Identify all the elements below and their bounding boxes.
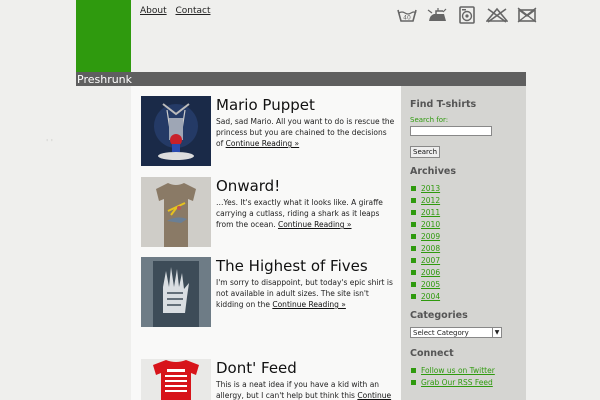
- archives-list: 2013 2012 2011 2010 2009 2008 2007 2006 …: [410, 183, 517, 303]
- svg-text:40: 40: [403, 15, 411, 22]
- archive-item: 2011: [410, 207, 517, 219]
- wash-icon: 40: [396, 5, 418, 25]
- main-content: Mario Puppet Sad, sad Mario. All you wan…: [131, 86, 401, 400]
- archive-link[interactable]: 2006: [421, 268, 440, 277]
- search-button[interactable]: Search: [410, 146, 441, 158]
- archive-item: 2006: [410, 267, 517, 279]
- nav-contact-link[interactable]: Contact: [175, 6, 210, 16]
- header-bar: [76, 72, 526, 86]
- search-input[interactable]: [410, 126, 492, 136]
- chevron-down-icon: ▼: [492, 328, 501, 337]
- archive-link[interactable]: 2009: [421, 232, 440, 241]
- archive-item: 2009: [410, 231, 517, 243]
- post-excerpt: This is a neat idea if you have a kid wi…: [216, 379, 396, 400]
- archive-link[interactable]: 2012: [421, 196, 440, 205]
- archive-item: 2013: [410, 183, 517, 195]
- connect-item: Grab Our RSS Feed: [410, 377, 517, 389]
- post-title[interactable]: Dont' Feed: [216, 359, 396, 377]
- archives-heading: Archives: [410, 166, 456, 177]
- background-decoration: ' ': [46, 138, 53, 147]
- category-select[interactable]: Select Category ▼: [410, 327, 502, 338]
- post-thumbnail[interactable]: [141, 96, 211, 166]
- post-excerpt: …Yes. It's exactly what it looks like. A…: [216, 198, 383, 229]
- archive-item: 2007: [410, 255, 517, 267]
- post-title[interactable]: Onward!: [216, 177, 396, 195]
- continue-reading-link[interactable]: Continue Reading »: [226, 139, 300, 148]
- archive-item: 2012: [410, 195, 517, 207]
- archive-link[interactable]: 2004: [421, 292, 440, 301]
- no-dryclean-icon: [516, 5, 538, 25]
- dryer-icon: [456, 5, 478, 25]
- post-thumbnail[interactable]: [141, 359, 211, 400]
- archive-item: 2008: [410, 243, 517, 255]
- archive-link[interactable]: 2005: [421, 280, 440, 289]
- find-tshirts-heading: Find T-shirts: [410, 99, 477, 110]
- continue-reading-link[interactable]: Continue Reading »: [278, 220, 352, 229]
- category-select-value: Select Category: [413, 328, 469, 337]
- archive-item: 2004: [410, 291, 517, 303]
- post-excerpt: Sad, sad Mario. All you want to do is re…: [216, 117, 395, 148]
- site-title[interactable]: Preshrunk: [77, 73, 132, 86]
- post-thumbnail[interactable]: [141, 257, 211, 327]
- connect-item: Follow us on Twitter: [410, 365, 517, 377]
- connect-heading: Connect: [410, 348, 454, 359]
- post-title[interactable]: The Highest of Fives: [216, 257, 396, 275]
- archive-link[interactable]: 2007: [421, 256, 440, 265]
- archive-link[interactable]: 2011: [421, 208, 440, 217]
- archive-link[interactable]: 2010: [421, 220, 440, 229]
- nav-about-link[interactable]: About: [140, 6, 167, 16]
- archive-link[interactable]: 2013: [421, 184, 440, 193]
- iron-icon: [426, 5, 448, 25]
- categories-heading: Categories: [410, 310, 468, 321]
- twitter-link[interactable]: Follow us on Twitter: [421, 366, 495, 375]
- archive-item: 2005: [410, 279, 517, 291]
- archive-link[interactable]: 2008: [421, 244, 440, 253]
- no-bleach-icon: [486, 5, 508, 25]
- rss-link[interactable]: Grab Our RSS Feed: [421, 378, 493, 387]
- post-title[interactable]: Mario Puppet: [216, 96, 396, 114]
- search-label: Search for:: [410, 116, 449, 124]
- connect-list: Follow us on Twitter Grab Our RSS Feed: [410, 365, 517, 389]
- post-excerpt: I'm sorry to disappoint, but today's epi…: [216, 278, 393, 309]
- archive-item: 2010: [410, 219, 517, 231]
- top-nav: About Contact: [140, 6, 217, 16]
- continue-reading-link[interactable]: Continue Reading »: [272, 300, 346, 309]
- laundry-icons: 40: [396, 5, 538, 25]
- sidebar: Find T-shirts Search for: Search Archive…: [401, 86, 526, 400]
- post-thumbnail[interactable]: [141, 177, 211, 247]
